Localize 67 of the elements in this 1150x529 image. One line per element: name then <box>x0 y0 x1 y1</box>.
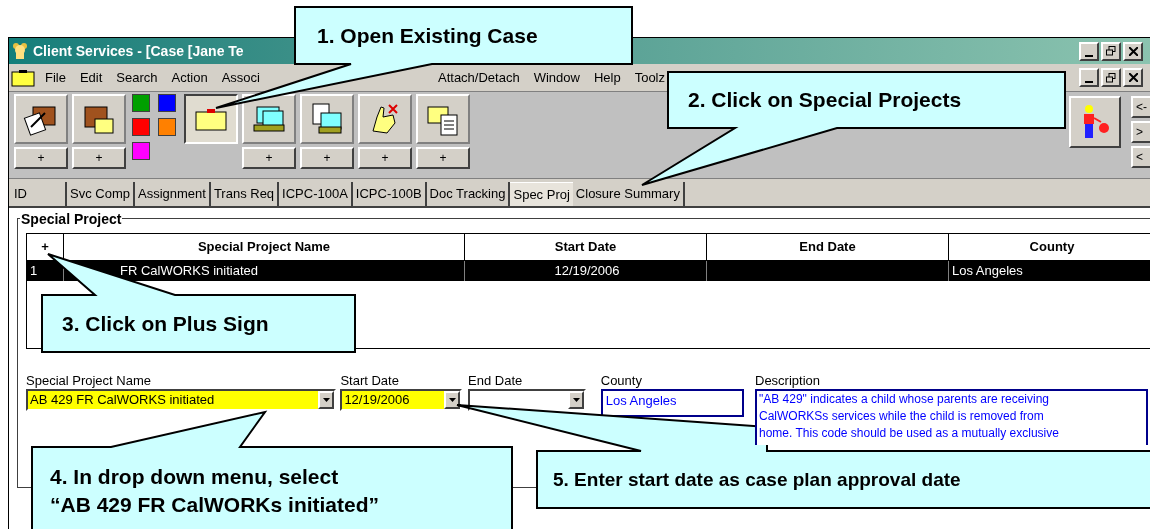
project-name-dropdown[interactable]: AB 429 FR CalWORKS initiated <box>26 389 336 411</box>
column-header[interactable]: End Date <box>707 234 949 260</box>
description-field[interactable]: "AB 429" indicates a child whose parents are receiving CalWORKSs services while the child is removed from home. This code should be used as a mutually exclusive <box>755 389 1148 445</box>
end-date-dropdown[interactable] <box>468 389 587 411</box>
teddy-bear-icon <box>11 42 29 60</box>
add-button[interactable]: + <box>242 147 296 169</box>
restore-button[interactable] <box>1101 68 1121 87</box>
callout-text: 1. Open Existing Case <box>317 22 538 49</box>
restore-icon <box>1106 72 1116 83</box>
add-button[interactable]: + <box>416 147 470 169</box>
column-header[interactable]: County <box>949 234 1150 260</box>
column-header[interactable]: Start Date <box>465 234 707 260</box>
field-label: Description <box>755 372 822 389</box>
close-button[interactable] <box>1123 41 1143 61</box>
field-label: Special Project Name <box>26 372 152 389</box>
add-button[interactable]: + <box>72 147 126 169</box>
menu-item[interactable]: Window <box>533 67 580 88</box>
menu-item[interactable]: File <box>45 67 66 88</box>
add-button[interactable]: + <box>14 147 68 169</box>
callout-text: 4. In drop down menu, select <box>50 464 339 490</box>
menu-item[interactable]: Help <box>593 67 621 88</box>
nav-button[interactable]: < <box>1131 146 1150 168</box>
color-swatch[interactable] <box>158 94 176 112</box>
nav-button[interactable]: > <box>1131 121 1150 143</box>
close-button[interactable] <box>1123 68 1143 87</box>
color-swatch[interactable] <box>132 142 150 160</box>
close-icon <box>1128 46 1138 56</box>
restore-icon <box>1106 46 1116 56</box>
color-swatch[interactable] <box>132 94 150 112</box>
minimize-button[interactable] <box>1079 41 1099 61</box>
color-swatch[interactable] <box>132 118 150 136</box>
person-button[interactable] <box>1069 96 1121 148</box>
table-cell: 12/19/2006 <box>465 261 707 281</box>
field-label: End Date <box>468 372 524 389</box>
toolbar-button[interactable] <box>184 94 238 144</box>
menu-item[interactable]: Edit <box>79 67 103 88</box>
field-label: Start Date <box>340 372 400 389</box>
menu-item[interactable]: Associ <box>221 67 260 88</box>
tab[interactable]: Spec Proj <box>510 182 573 206</box>
callout-text: 5. Enter start date as case plan approval date <box>553 467 961 492</box>
table-row[interactable]: 1 FR CalWORKS initiated 12/19/2006 Los Angeles <box>27 261 1150 281</box>
minimize-icon <box>1085 54 1093 57</box>
field-label: County <box>600 372 643 389</box>
close-icon <box>1128 73 1138 82</box>
callout-text: 3. Click on Plus Sign <box>62 310 269 337</box>
description-text: "AB 429" indicates a child whose parents are receiving <box>759 391 1049 408</box>
color-swatch[interactable] <box>158 118 176 136</box>
menu-item[interactable]: Attach/Detach <box>438 67 520 88</box>
restore-button[interactable] <box>1101 41 1121 61</box>
menu-item[interactable]: Toolz <box>634 67 665 88</box>
description-text: CalWORKSs services while the child is removed from <box>759 408 1044 425</box>
add-button[interactable]: + <box>300 147 354 169</box>
menu-item[interactable]: Action <box>171 67 208 88</box>
county-field[interactable]: Los Angeles <box>600 389 744 417</box>
description-text: home. This code should be used as a mutually exclusive <box>759 425 1059 442</box>
table-cell-text: Los Angeles <box>951 262 1024 281</box>
menu-item[interactable]: Search <box>116 67 158 88</box>
callout-text: “AB 429 FR CalWORKs initiated” <box>50 492 380 518</box>
window-title: Client Services - [Case [Jane Te <box>33 41 244 61</box>
minimize-icon <box>1085 81 1093 83</box>
documents-icon <box>309 101 345 137</box>
add-button[interactable]: + <box>358 147 412 169</box>
callout-text: 2. Click on Special Projects <box>688 87 962 113</box>
start-date-dropdown[interactable]: 12/19/2006 <box>340 389 463 411</box>
nav-button[interactable]: <- <box>1131 96 1150 118</box>
minimize-button[interactable] <box>1079 68 1099 87</box>
folder-icon <box>11 68 35 87</box>
